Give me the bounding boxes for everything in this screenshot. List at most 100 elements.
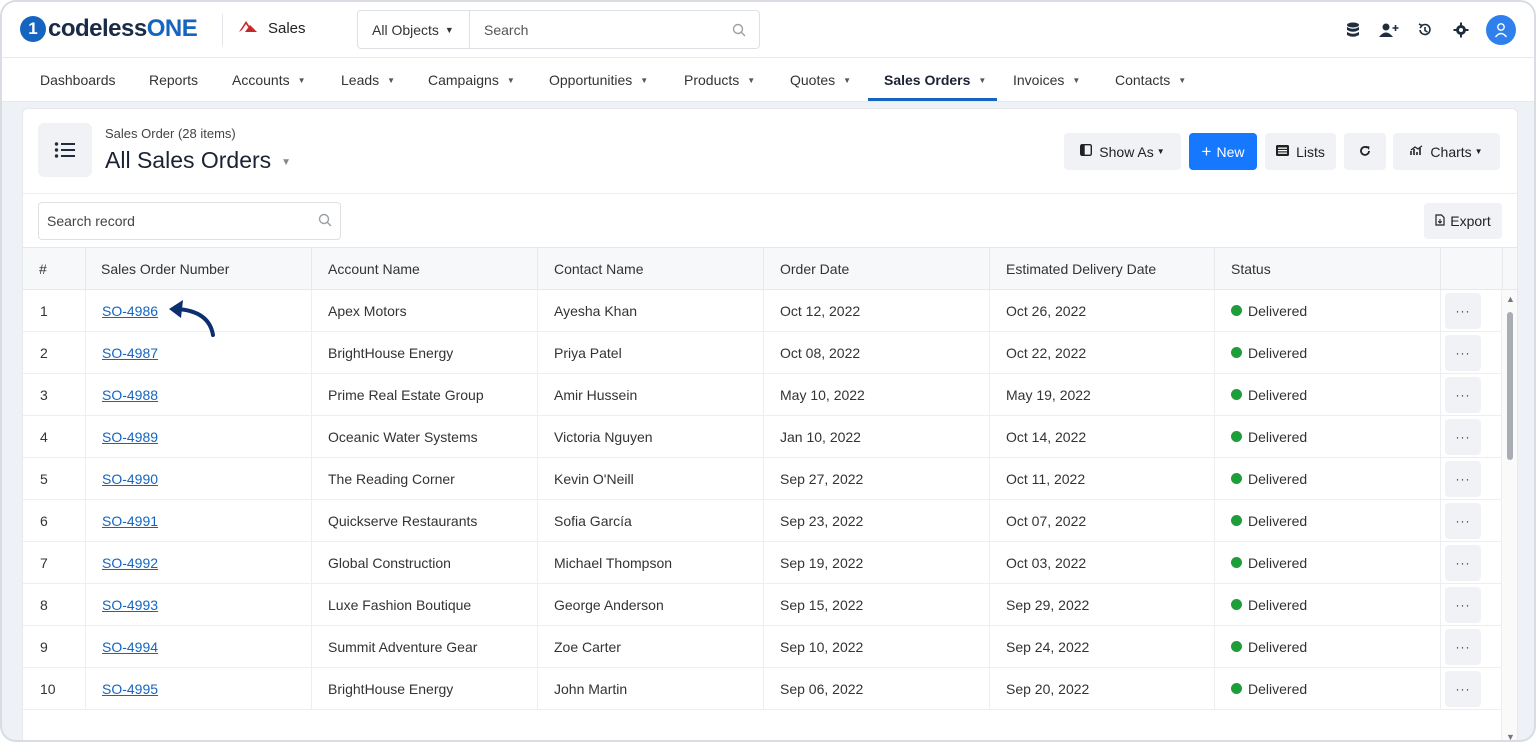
charts-button[interactable]: Charts ▼ (1393, 133, 1500, 170)
row-more-actions-button[interactable]: ··· (1445, 334, 1481, 371)
table-row[interactable]: 7 SO-4992 Global Construction Michael Thomp… (23, 542, 1503, 584)
sales-order-link[interactable]: SO-4995 (102, 681, 158, 697)
row-more-actions-button[interactable]: ··· (1445, 544, 1481, 581)
nav-products[interactable]: Products ▼ (684, 58, 755, 102)
cell-actions: ··· (1441, 542, 1503, 583)
table-row[interactable]: 2 SO-4987 BrightHouse Energy Priya Patel Oct… (23, 332, 1503, 374)
cell-status: Delivered (1215, 458, 1441, 499)
sales-order-link[interactable]: SO-4989 (102, 429, 158, 445)
cell-estimated-delivery-date: Sep 24, 2022 (990, 626, 1215, 667)
nav-contacts[interactable]: Contacts ▼ (1115, 58, 1186, 102)
cell-index: 8 (23, 584, 86, 625)
cell-sales-order-number: SO-4995 (86, 668, 312, 709)
object-filter-dropdown[interactable]: All Objects ▼ (358, 11, 470, 48)
sales-order-link[interactable]: SO-4992 (102, 555, 158, 571)
nav-opportunities[interactable]: Opportunities ▼ (549, 58, 648, 102)
settings-icon[interactable] (1450, 15, 1472, 45)
nav-campaigns[interactable]: Campaigns ▼ (428, 58, 515, 102)
col-header-index[interactable]: # (23, 248, 86, 290)
cell-order-date: Sep 10, 2022 (764, 626, 990, 667)
col-header-estimated-delivery-date[interactable]: Estimated Delivery Date (990, 248, 1215, 290)
nav-accounts[interactable]: Accounts ▼ (232, 58, 306, 102)
main-nav: Dashboards Reports Accounts ▼ Leads ▼ Camp… (2, 58, 1534, 102)
status-label: Delivered (1248, 470, 1308, 487)
new-button[interactable]: + New (1189, 133, 1257, 170)
row-more-actions-button[interactable]: ··· (1445, 628, 1481, 665)
cell-actions: ··· (1441, 668, 1503, 709)
table-row[interactable]: 3 SO-4988 Prime Real Estate Group Amir Huss… (23, 374, 1503, 416)
col-header-status[interactable]: Status (1215, 248, 1441, 290)
refresh-button[interactable] (1344, 133, 1386, 170)
col-header-contact-name[interactable]: Contact Name (538, 248, 764, 290)
list-view-selector[interactable]: All Sales Orders ▼ (105, 147, 291, 174)
logo-text-one: ONE (146, 15, 198, 42)
global-search-input[interactable]: Search (470, 22, 719, 38)
nav-quotes[interactable]: Quotes ▼ (790, 58, 851, 102)
table-row[interactable]: 9 SO-4994 Summit Adventure Gear Zoe Carter S… (23, 626, 1503, 668)
database-icon[interactable] (1342, 15, 1364, 45)
header-divider (23, 193, 1517, 194)
table-row[interactable]: 5 SO-4990 The Reading Corner Kevin O'Neill S… (23, 458, 1503, 500)
col-header-account-name[interactable]: Account Name (312, 248, 538, 290)
scroll-down-icon[interactable]: ▼ (1506, 732, 1515, 740)
cell-estimated-delivery-date: Oct 11, 2022 (990, 458, 1215, 499)
row-more-actions-button[interactable]: ··· (1445, 418, 1481, 455)
cell-estimated-delivery-date: Oct 14, 2022 (990, 416, 1215, 457)
scrollbar-thumb[interactable] (1507, 312, 1513, 460)
cell-contact-name: Michael Thompson (538, 542, 764, 583)
sales-order-link[interactable]: SO-4994 (102, 639, 158, 655)
plus-icon: + (1201, 141, 1212, 161)
cell-status: Delivered (1215, 626, 1441, 667)
nav-sales-orders[interactable]: Sales Orders ▼ (884, 58, 986, 102)
row-more-actions-button[interactable]: ··· (1445, 670, 1481, 707)
nav-reports[interactable]: Reports (149, 58, 198, 102)
cell-actions: ··· (1441, 584, 1503, 625)
cell-status: Delivered (1215, 416, 1441, 457)
app-switcher[interactable]: Sales (238, 19, 306, 38)
sales-order-link[interactable]: SO-4987 (102, 345, 158, 361)
row-more-actions-button[interactable]: ··· (1445, 586, 1481, 623)
caret-down-icon: ▼ (843, 75, 852, 85)
history-icon[interactable] (1414, 15, 1436, 45)
row-more-actions-button[interactable]: ··· (1445, 502, 1481, 539)
row-more-actions-button[interactable]: ··· (1445, 376, 1481, 413)
nav-leads[interactable]: Leads ▼ (341, 58, 395, 102)
caret-down-icon: ▼ (444, 24, 454, 35)
user-avatar-icon[interactable] (1486, 15, 1516, 45)
show-as-button[interactable]: Show As ▼ (1064, 133, 1181, 170)
search-icon[interactable] (719, 23, 759, 37)
cell-sales-order-number: SO-4991 (86, 500, 312, 541)
app-window: 1 codelessONE Sales All Objects ▼ Search (0, 0, 1536, 742)
caret-down-icon: ▼ (1178, 75, 1187, 85)
row-more-actions-button[interactable]: ··· (1445, 460, 1481, 497)
sales-order-link[interactable]: SO-4990 (102, 471, 158, 487)
table-row[interactable]: 1 SO-4986 Apex Motors Ayesha Khan Oct 12, 20… (23, 290, 1503, 332)
scroll-up-icon[interactable]: ▲ (1506, 294, 1515, 304)
add-user-icon[interactable] (1378, 15, 1400, 45)
sales-order-link[interactable]: SO-4988 (102, 387, 158, 403)
table-scrollbar[interactable]: ▲ ▼ (1501, 290, 1517, 740)
codelessone-logo[interactable]: 1 codelessONE (20, 14, 198, 44)
sales-order-link[interactable]: SO-4993 (102, 597, 158, 613)
table-row[interactable]: 4 SO-4989 Oceanic Water Systems Victoria Ng… (23, 416, 1503, 458)
cell-index: 6 (23, 500, 86, 541)
sales-order-link[interactable]: SO-4991 (102, 513, 158, 529)
cell-contact-name: Sofia García (538, 500, 764, 541)
col-header-order-date[interactable]: Order Date (764, 248, 990, 290)
nav-invoices[interactable]: Invoices ▼ (1013, 58, 1080, 102)
cell-index: 10 (23, 668, 86, 709)
record-search-input[interactable]: Search record (38, 202, 341, 240)
table-row[interactable]: 8 SO-4993 Luxe Fashion Boutique George Ande… (23, 584, 1503, 626)
cell-index: 1 (23, 290, 86, 331)
export-button[interactable]: Export (1424, 203, 1502, 239)
table-row[interactable]: 6 SO-4991 Quickserve Restaurants Sofia Garc… (23, 500, 1503, 542)
table-row[interactable]: 10 SO-4995 BrightHouse Energy John Martin Se… (23, 668, 1503, 710)
nav-dashboards[interactable]: Dashboards (40, 58, 116, 102)
sales-order-link[interactable]: SO-4986 (102, 303, 158, 319)
table-header: # Sales Order Number Account Name Contac… (23, 247, 1517, 290)
lists-button[interactable]: Lists (1265, 133, 1336, 170)
row-more-actions-button[interactable]: ··· (1445, 292, 1481, 329)
col-header-sales-order-number[interactable]: Sales Order Number (86, 248, 312, 290)
cell-account-name: Prime Real Estate Group (312, 374, 538, 415)
topbar-divider (222, 14, 223, 46)
